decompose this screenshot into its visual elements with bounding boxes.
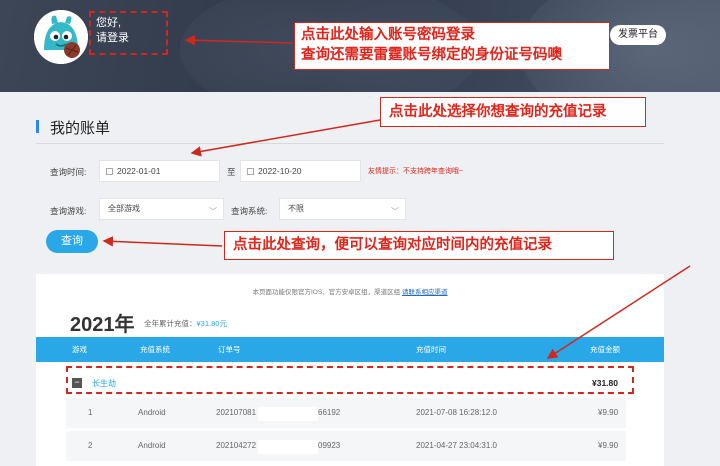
table-row: 2 Android 202104272 09923 2021-04-27 23:… [66, 431, 626, 461]
redaction-mask [258, 440, 318, 454]
section-divider [36, 143, 664, 144]
table-header: 游戏 充值系统 订单号 充值时间 充值金额 [36, 337, 664, 362]
channel-contact-link[interactable]: 请联系相应渠道 [402, 289, 448, 296]
table-row: 1 Android 202107081 66192 2021-07-08 16:… [66, 398, 626, 428]
row-order-suffix: 66192 [318, 408, 341, 417]
annotation-login-note: 点击此处输入账号密码登录 查询还需要雷霆账号绑定的身份证号码噢 [294, 22, 610, 70]
row-amount: ¥9.90 [598, 441, 619, 450]
row-order-prefix: 202107081 [216, 408, 257, 417]
row-order-suffix: 09923 [318, 441, 341, 450]
redaction-mask [258, 407, 318, 421]
year-total-value: ¥31.80元 [196, 319, 227, 328]
year-heading: 2021年 [70, 314, 135, 336]
time-label: 查询时间: [50, 167, 87, 177]
invoice-platform-button[interactable]: 发票平台 [610, 25, 666, 45]
row-index: 1 [88, 408, 93, 417]
year-total-label: 全年累计充值： [144, 319, 197, 328]
calendar-icon [106, 168, 113, 175]
row-amount: ¥9.90 [598, 408, 619, 417]
annotation-text: 点击此处输入账号密码登录 [301, 27, 475, 43]
column-header: 游戏 [72, 345, 87, 354]
row-time: 2021-07-08 16:28:12.0 [416, 408, 497, 417]
arrow-to-query [102, 236, 223, 247]
start-date-value: 2022-01-01 [117, 166, 161, 176]
column-header: 充值系统 [140, 345, 170, 354]
row-system: Android [138, 441, 166, 450]
row-index: 2 [88, 441, 93, 450]
system-label: 查询系统: [231, 206, 268, 216]
section-accent-bar [36, 120, 39, 133]
avatar[interactable] [34, 10, 88, 64]
results-panel: 本页面功能仅限官方IOS、官方安卓区组，渠道区组 请联系相应渠道 2021年 全… [36, 274, 664, 466]
game-label: 查询游戏: [50, 206, 87, 216]
query-button[interactable]: 查询 [46, 230, 98, 253]
chevron-down-icon: ﹀ [391, 207, 399, 216]
mascot-avatar-icon [34, 10, 88, 64]
system-select-value: 不限 [288, 204, 304, 213]
game-select[interactable]: 全部游戏 ﹀ [99, 198, 224, 220]
row-time: 2021-04-27 23:04:31.0 [416, 441, 497, 450]
arrow-to-date [190, 119, 381, 157]
column-header: 充值金额 [590, 345, 620, 354]
column-header: 订单号 [218, 345, 241, 354]
annotation-highlight-box [66, 366, 634, 394]
query-tip: 友情提示：不支持跨年查询哦~ [368, 168, 464, 175]
year-total: 全年累计充值：¥31.80元 [144, 318, 227, 329]
annotation-select-note: 点击此处选择你想查询的充值记录 [380, 97, 646, 127]
annotation-text: 查询还需要雷霆账号绑定的身份证号码噢 [301, 47, 562, 63]
calendar-icon [247, 168, 254, 175]
game-select-value: 全部游戏 [108, 204, 140, 213]
start-date-input[interactable]: 2022-01-01 [99, 160, 220, 182]
chevron-down-icon: ﹀ [209, 207, 217, 216]
column-header: 充值时间 [416, 345, 446, 354]
row-system: Android [138, 408, 166, 417]
row-order-prefix: 202104272 [216, 441, 257, 450]
system-select[interactable]: 不限 ﹀ [279, 198, 406, 220]
end-date-input[interactable]: 2022-10-20 [240, 160, 361, 182]
section-title: 我的账单 [50, 120, 111, 137]
annotation-query-note: 点击此处查询，便可以查询对应时间内的充值记录 [224, 231, 614, 260]
notice-body: 本页面功能仅限官方IOS、官方安卓区组，渠道区组 [252, 289, 402, 296]
end-date-value: 2022-10-20 [258, 166, 302, 176]
annotation-highlight-box [89, 11, 168, 55]
notice-text: 本页面功能仅限官方IOS、官方安卓区组，渠道区组 请联系相应渠道 [36, 286, 664, 296]
date-separator: 至 [227, 167, 236, 177]
